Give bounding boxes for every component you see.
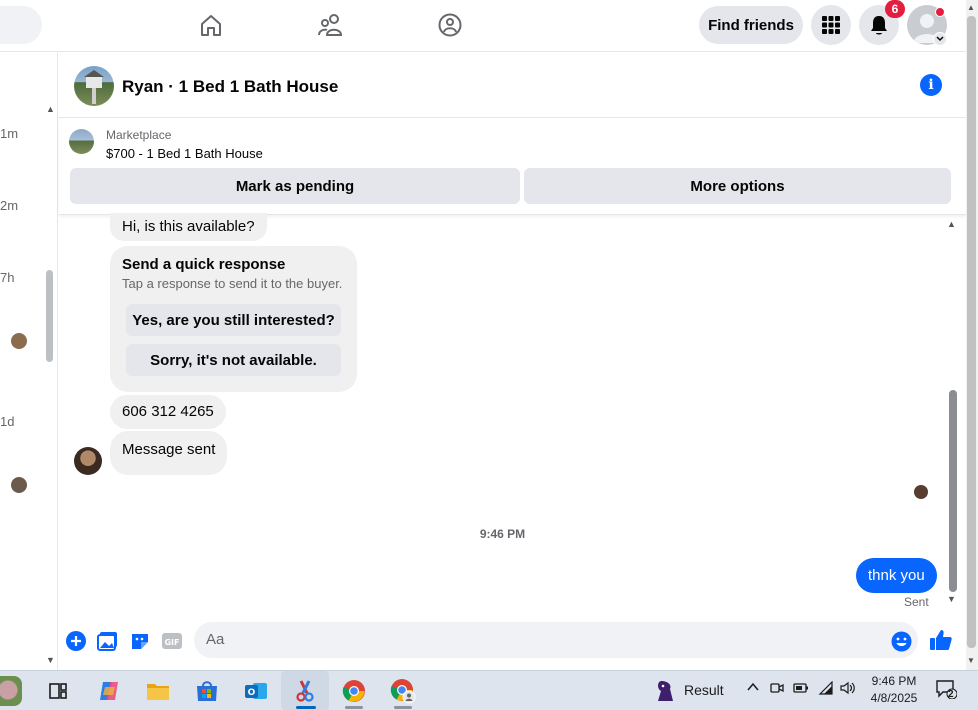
message-bubble: 606 312 4265 <box>110 395 226 429</box>
groups-icon[interactable] <box>436 10 464 40</box>
friends-icon[interactable] <box>317 10 345 40</box>
listing-avatar[interactable] <box>74 66 114 106</box>
menu-grid-button[interactable] <box>811 5 851 45</box>
clock-time: 9:46 PM <box>871 674 917 688</box>
search-field-stub[interactable] <box>0 6 42 44</box>
chrome-icon[interactable] <box>341 678 367 704</box>
conversation-header: Ryan · 1 Bed 1 Bath House i <box>59 53 966 118</box>
notification-badge: 6 <box>885 0 905 18</box>
message-bubble: Hi, is this available? <box>110 213 267 241</box>
quick-response-subtitle: Tap a response to send it to the buyer. <box>122 276 343 291</box>
messages-scrollbar[interactable] <box>949 390 957 592</box>
quick-response-card: Send a quick response Tap a response to … <box>110 246 357 392</box>
seen-avatar <box>11 477 27 493</box>
scroll-up-arrow[interactable]: ▲ <box>46 104 55 114</box>
chat-list-scrollbar[interactable] <box>46 270 53 362</box>
marketplace-label: Marketplace <box>106 128 172 142</box>
scroll-down-arrow[interactable]: ▼ <box>46 655 55 665</box>
wifi-icon[interactable] <box>818 680 834 698</box>
menu-grid-icon <box>822 16 840 34</box>
scroll-down-arrow[interactable]: ▼ <box>967 656 975 665</box>
chat-time: 2m <box>0 198 19 213</box>
window-scrollbar[interactable] <box>967 16 976 648</box>
photo-icon[interactable] <box>97 630 119 652</box>
quick-response-title: Send a quick response <box>122 256 286 273</box>
running-indicator <box>345 706 363 709</box>
mark-as-pending-button[interactable]: Mark as pending <box>70 168 520 204</box>
account-status-dot <box>935 7 945 17</box>
notification-center-count: 2 <box>948 689 954 700</box>
message-bubble: Message sent <box>110 431 228 475</box>
gif-icon[interactable]: GIF <box>161 630 183 652</box>
my-message-bubble: thnk you <box>856 558 937 593</box>
message-input-placeholder: Aa <box>206 631 225 648</box>
volume-icon[interactable] <box>840 681 856 698</box>
svg-text:O: O <box>248 688 256 698</box>
thumbs-up-icon[interactable] <box>929 628 953 652</box>
plus-icon[interactable] <box>65 630 87 652</box>
sports-result-icon[interactable] <box>652 678 678 704</box>
battery-icon[interactable] <box>793 681 809 698</box>
home-icon[interactable] <box>197 10 225 40</box>
top-navigation-bar: Find friends 6 <box>0 0 966 52</box>
clock-date: 4/8/2025 <box>870 691 918 705</box>
taskbar-result-label[interactable]: Result <box>684 682 724 698</box>
conversation-title[interactable]: Ryan · 1 Bed 1 Bath House <box>122 77 338 97</box>
running-indicator <box>394 706 412 709</box>
message-status: Sent <box>904 595 929 609</box>
listing-title[interactable]: $700 - 1 Bed 1 Bath House <box>106 146 263 161</box>
find-friends-button[interactable]: Find friends <box>699 6 803 44</box>
chrome-profile-icon[interactable] <box>390 678 416 704</box>
listing-thumbnail[interactable] <box>69 129 94 154</box>
quick-response-no-button[interactable]: Sorry, it's not available. <box>126 344 341 376</box>
sender-avatar[interactable] <box>74 447 102 475</box>
store-icon[interactable] <box>194 678 220 704</box>
chat-time: 7h <box>0 270 15 285</box>
taskbar-clock[interactable]: 9:46 PM 4/8/2025 <box>866 673 922 707</box>
message-input[interactable]: Aa <box>194 622 918 658</box>
scroll-up-arrow[interactable]: ▲ <box>947 219 956 229</box>
seen-avatar <box>11 333 27 349</box>
emoji-icon[interactable] <box>890 630 912 652</box>
sticker-icon[interactable] <box>129 630 151 652</box>
message-timestamp: 9:46 PM <box>479 527 526 541</box>
widgets-icon[interactable] <box>0 676 22 706</box>
scroll-down-arrow[interactable]: ▼ <box>947 594 956 604</box>
snipping-tool-icon[interactable] <box>292 678 318 704</box>
file-explorer-icon[interactable] <box>145 678 171 704</box>
chat-time: 1d <box>0 414 15 429</box>
more-options-button[interactable]: More options <box>524 168 951 204</box>
chat-time: 1m <box>0 126 19 141</box>
chevron-up-icon[interactable] <box>746 680 760 697</box>
outlook-icon[interactable]: O <box>243 678 269 704</box>
chevron-down-icon[interactable] <box>933 32 947 46</box>
active-indicator <box>296 706 316 709</box>
task-view-icon[interactable] <box>45 678 71 704</box>
svg-text:GIF: GIF <box>164 638 179 647</box>
marketplace-banner: Marketplace $700 - 1 Bed 1 Bath House Ma… <box>59 118 966 215</box>
info-icon[interactable]: i <box>920 74 942 96</box>
scroll-up-arrow[interactable]: ▲ <box>967 3 975 12</box>
bell-icon <box>871 16 887 35</box>
quick-response-yes-button[interactable]: Yes, are you still interested? <box>126 304 341 336</box>
copilot-icon[interactable] <box>96 678 122 704</box>
meet-now-icon[interactable] <box>770 681 784 698</box>
seen-avatar <box>914 485 928 499</box>
